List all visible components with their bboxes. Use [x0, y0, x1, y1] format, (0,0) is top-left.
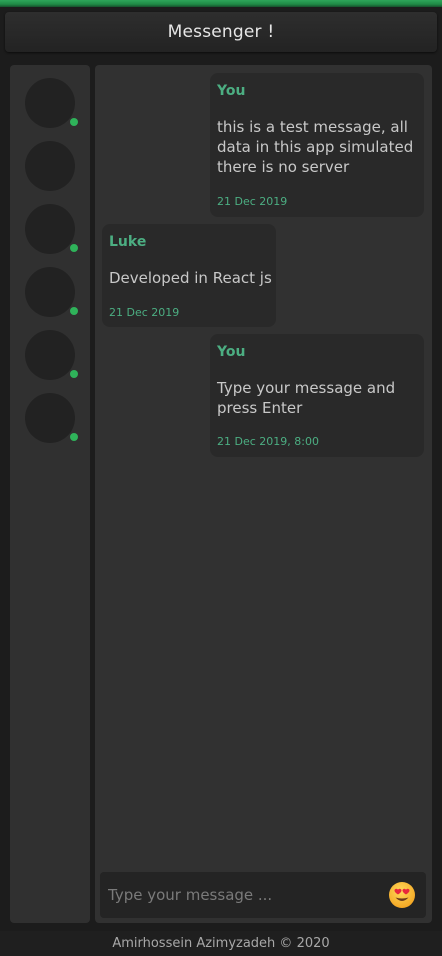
contact-item[interactable] [25, 204, 78, 254]
app-title: Messenger ! [167, 22, 275, 42]
message-text-line: press Enter [217, 399, 303, 417]
message-date: 21 Dec 2019, 8:00 [217, 435, 319, 448]
online-status-icon [70, 307, 78, 315]
message-composer [100, 872, 426, 918]
avatar [25, 330, 75, 380]
message-text-line: this is a test message, all [217, 118, 408, 136]
contact-item[interactable] [25, 141, 75, 191]
avatar [25, 393, 75, 443]
contact-item[interactable] [25, 78, 78, 128]
contact-item[interactable] [25, 267, 78, 317]
contacts-sidebar [10, 65, 90, 923]
online-status-icon [70, 244, 78, 252]
message-author: Luke [109, 234, 147, 250]
message-date: 21 Dec 2019 [217, 195, 288, 208]
message-text-line: there is no server [217, 158, 350, 176]
avatar [25, 78, 75, 128]
message-bubble: You this is a test message, all data in … [210, 73, 424, 217]
avatar [25, 204, 75, 254]
message-date: 21 Dec 2019 [109, 306, 180, 319]
online-status-icon [70, 118, 78, 126]
message-input[interactable] [100, 872, 388, 918]
message-author: You [217, 344, 246, 360]
message-bubble: Luke Developed in React js 21 Dec 2019 [102, 224, 276, 327]
online-status-icon [70, 370, 78, 378]
message-author: You [217, 83, 246, 99]
heart-eyes-emoji-icon[interactable] [388, 881, 416, 909]
chat-panel: You this is a test message, all data in … [95, 65, 432, 923]
online-status-icon [70, 433, 78, 441]
top-accent-bar [0, 0, 442, 7]
app-header: Messenger ! [5, 12, 437, 52]
message-bubble: You Type your message and press Enter 21… [210, 334, 424, 457]
message-text-line: Developed in React js [109, 269, 272, 287]
message-text-line: Type your message and [217, 379, 396, 397]
footer-credit: Amirhossein Azimyzadeh © 2020 [112, 936, 330, 951]
contact-item[interactable] [25, 393, 78, 443]
footer: Amirhossein Azimyzadeh © 2020 [0, 931, 442, 956]
contact-item[interactable] [25, 330, 78, 380]
avatar [25, 141, 75, 191]
message-text-line: data in this app simulated [217, 138, 414, 156]
avatar [25, 267, 75, 317]
